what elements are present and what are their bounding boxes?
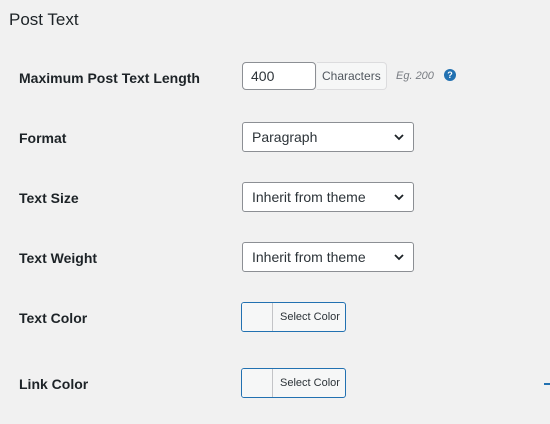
format-label: Format: [19, 130, 67, 146]
link-color-label: Link Color: [19, 376, 89, 392]
color-swatch: [242, 369, 273, 397]
section-title: Post Text: [9, 10, 79, 29]
text-size-label: Text Size: [19, 190, 79, 206]
text-weight-label: Text Weight: [19, 250, 98, 266]
question-circle-icon[interactable]: ?: [444, 69, 456, 81]
edge-divider: [544, 383, 550, 385]
select-color-label: Select Color: [280, 311, 340, 323]
format-selected-value: Paragraph: [252, 129, 318, 145]
text-weight-selected-value: Inherit from theme: [252, 249, 366, 265]
chevron-down-icon: [394, 134, 404, 141]
format-select[interactable]: Paragraph: [242, 122, 414, 152]
color-swatch: [242, 303, 273, 331]
settings-page: Post Text Maximum Post Text Length 400 C…: [0, 0, 550, 424]
chevron-down-icon: [394, 194, 404, 201]
max-length-label: Maximum Post Text Length: [19, 70, 200, 86]
unit-label: Characters: [317, 62, 387, 90]
text-weight-select[interactable]: Inherit from theme: [242, 242, 414, 272]
text-color-picker-button[interactable]: Select Color: [241, 302, 346, 332]
hint-text: Eg. 200: [396, 70, 434, 82]
max-length-input[interactable]: 400: [242, 62, 316, 90]
chevron-down-icon: [394, 254, 404, 261]
text-color-label: Text Color: [19, 310, 88, 326]
text-size-selected-value: Inherit from theme: [252, 189, 366, 205]
link-color-picker-button[interactable]: Select Color: [241, 368, 346, 398]
select-color-label: Select Color: [280, 377, 340, 389]
text-size-select[interactable]: Inherit from theme: [242, 182, 414, 212]
